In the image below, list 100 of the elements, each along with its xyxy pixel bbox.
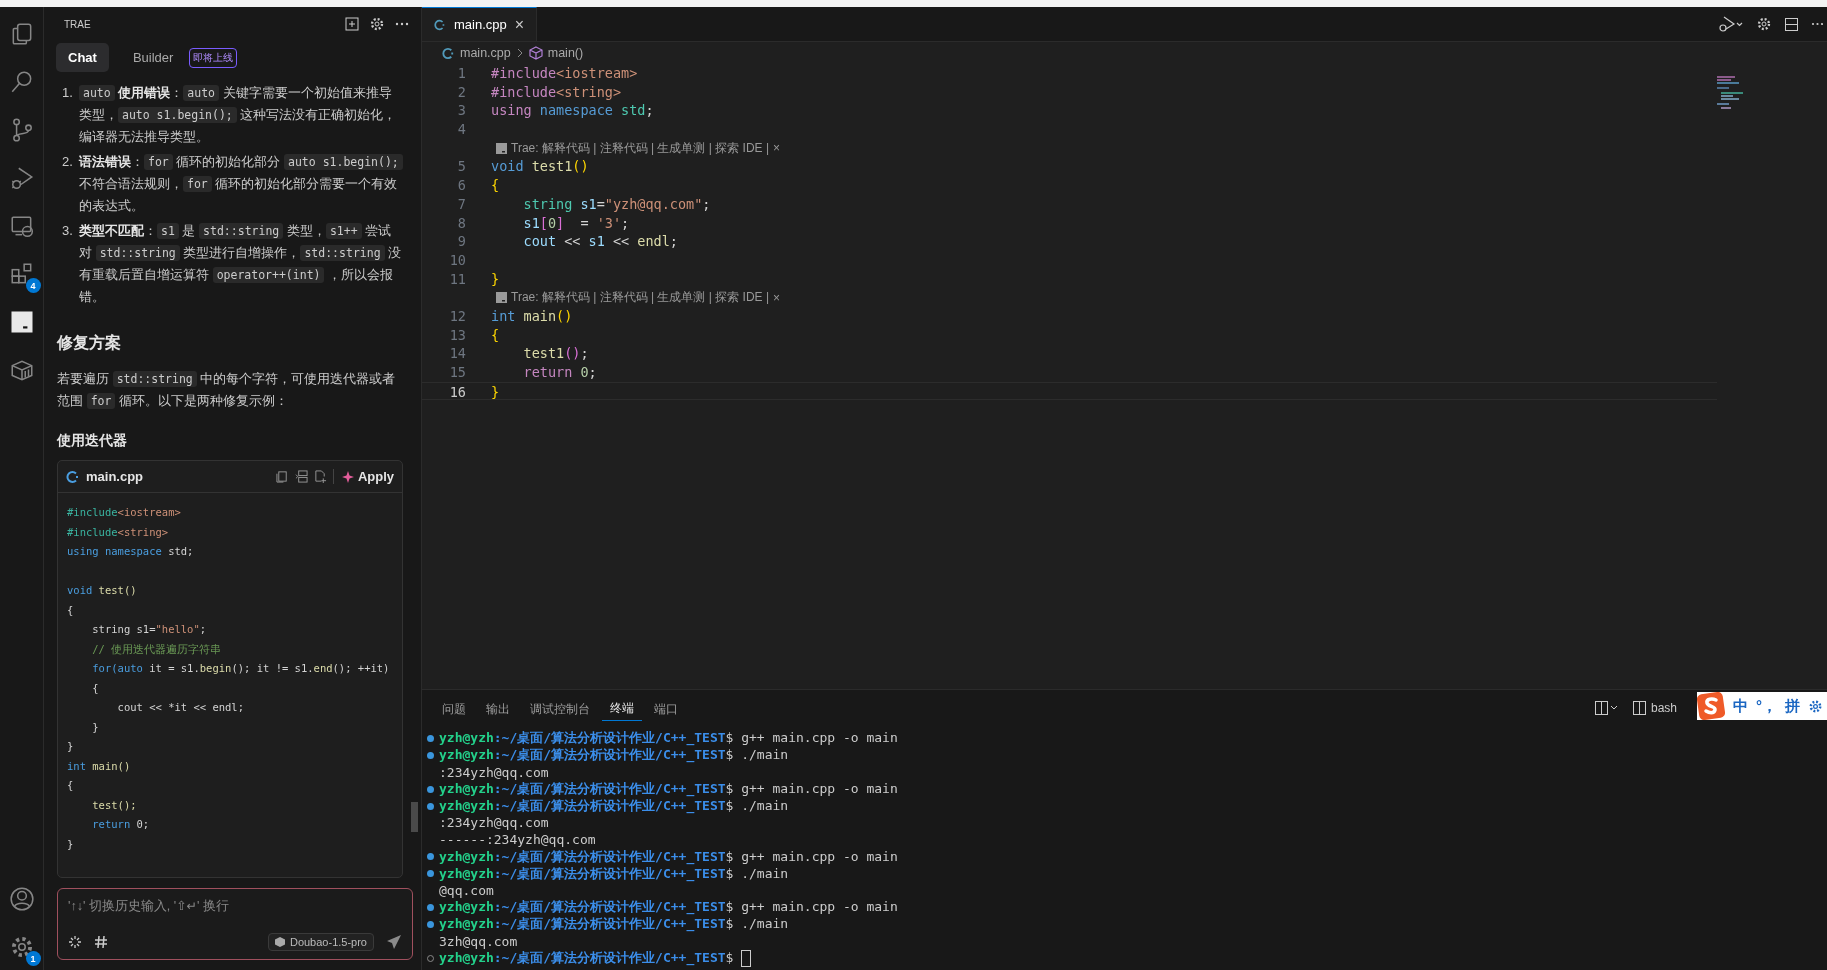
code-line: { [91, 680, 100, 696]
breadcrumb-item[interactable]: main.cpp [460, 46, 511, 60]
code-line: #include<iostream> [491, 64, 638, 83]
panel-title: TRAE [64, 18, 91, 30]
code-line: int main() [67, 758, 132, 774]
send-icon[interactable] [386, 934, 402, 950]
square-icon [496, 292, 507, 304]
copy-icon[interactable] [275, 470, 289, 483]
status-badge: 即将上线 [189, 47, 238, 68]
ime-option[interactable]: 拼 [1785, 696, 1800, 716]
code-line: #include<iostream> [67, 505, 182, 520]
settings-icon[interactable] [1808, 698, 1823, 714]
code-line: int main() [491, 306, 573, 326]
code-line: { [67, 778, 75, 793]
line-number: 2 [456, 82, 466, 102]
line-number: 3 [456, 101, 466, 121]
new-file-icon[interactable] [313, 470, 327, 483]
scrollbar-thumb[interactable] [411, 802, 418, 832]
terminal-line: yzh@yzh:~/桌面/算法分析设计作业/C++_TEST$ ./main [439, 865, 789, 883]
cpp-file-icon [442, 46, 455, 60]
layout-icon[interactable] [1594, 701, 1619, 715]
subheading: 使用迭代器 [57, 432, 128, 450]
code-line: test1(); [522, 344, 589, 363]
breadcrumb-item[interactable]: main() [547, 46, 584, 60]
terminal-output: @qq.com [439, 882, 494, 898]
cube-icon [274, 937, 285, 947]
apply-button[interactable]: Apply [332, 469, 394, 484]
terminal-line: yzh@yzh:~/桌面/算法分析设计作业/C++_TEST$ g++ main.cpp -o main [439, 898, 898, 917]
panel-tab[interactable]: 调试控制台 [522, 695, 598, 721]
code-line: cout << *it << endl; [116, 700, 245, 715]
terminal-shell-button[interactable]: bash [1632, 701, 1677, 715]
line-number: 15 [448, 363, 466, 382]
codelens-actions[interactable]: Trae: 解释代码 | 注释代码 | 生成单测 | 探索 IDE | [511, 289, 770, 307]
close-icon[interactable]: × [514, 15, 525, 34]
list-number: 2. [62, 153, 74, 171]
terminal-output: 3zh@qq.com [439, 933, 518, 949]
sparkle-icon[interactable] [68, 935, 82, 949]
line-number: 10 [448, 250, 466, 270]
cpp-file-icon [434, 18, 446, 31]
ime-option[interactable]: 中 [1733, 696, 1748, 716]
line-number: 14 [448, 344, 466, 363]
close-icon[interactable]: × [773, 290, 781, 305]
code-line: return 0; [522, 363, 597, 382]
chat-input-field[interactable]: '↑↓' 切换历史输入, '⇧↵' 换行 Doubao-1.5-pro [57, 888, 413, 960]
line-number: 4 [456, 120, 466, 139]
terminal-output: :234yzh@qq.com [439, 815, 549, 831]
close-icon[interactable]: × [773, 141, 781, 156]
codelens-actions[interactable]: Trae: 解释代码 | 注释代码 | 生成单测 | 探索 IDE | [511, 139, 770, 157]
code-line: } [91, 719, 100, 735]
chevron-icon [515, 48, 524, 58]
hash-icon[interactable] [94, 935, 108, 949]
new-chat-icon[interactable] [345, 17, 359, 31]
code-line: s1[0] = '3'; [522, 213, 630, 233]
list-number: 1. [62, 84, 74, 102]
cpp-file-icon [66, 469, 80, 484]
panel-tab[interactable]: 输出 [478, 695, 518, 721]
code-line: } [491, 269, 500, 289]
model-selector[interactable]: Doubao-1.5-pro [267, 933, 374, 951]
code-line: string s1="hello"; [91, 622, 208, 637]
split-editor-icon[interactable] [1784, 16, 1799, 32]
line-number: 11 [448, 269, 466, 289]
code-line: using namespace std; [491, 101, 654, 121]
terminal-line: yzh@yzh:~/桌面/算法分析设计作业/C++_TEST$ g++ main.cpp -o main [439, 847, 898, 866]
line-number: 12 [448, 306, 466, 326]
code-line: // 使用迭代器遍历字符串 [91, 641, 223, 657]
line-number: 5 [456, 157, 466, 177]
terminal-output: ------:234yzh@qq.com [439, 832, 596, 848]
tab[interactable]: Builder [120, 43, 186, 72]
code-line: cout << s1 << endl; [522, 232, 678, 251]
panel-tab[interactable]: 终端 [602, 695, 642, 721]
run-debug-icon[interactable] [1718, 15, 1744, 33]
count-badge: 4 [25, 278, 41, 293]
tab[interactable]: Chat [56, 43, 109, 72]
square-icon [496, 142, 507, 154]
list-item-text: 语法错误： for 循环的初始化部分 auto s1.begin(); 不符合语法规则， for 循环的初始化部分需要一个有效的表达式。 [79, 151, 403, 216]
insert-icon[interactable] [294, 470, 308, 483]
code-line: { [491, 176, 500, 195]
editor-tab[interactable]: main.cpp × [422, 7, 538, 41]
file-name: main.cpp [86, 469, 145, 484]
code-line: #include<string> [491, 82, 622, 102]
account-icon[interactable] [8, 886, 35, 912]
panel-tab[interactable]: 端口 [646, 695, 686, 721]
ime-option[interactable]: °， [1756, 696, 1777, 716]
terminal-line: yzh@yzh:~/桌面/算法分析设计作业/C++_TEST$ g++ main.cpp -o main [439, 729, 898, 748]
terminal-line: yzh@yzh:~/桌面/算法分析设计作业/C++_TEST$ g++ main.cpp -o main [439, 780, 898, 799]
code-line: } [67, 739, 75, 754]
terminal-line: yzh@yzh:~/桌面/算法分析设计作业/C++_TEST$ ./main [439, 915, 789, 934]
panel-tab[interactable]: 问题 [434, 695, 474, 721]
code-line: return 0; [91, 817, 151, 832]
terminal-output: :234yzh@qq.com [439, 764, 549, 780]
square-icon[interactable] [8, 309, 35, 335]
terminal-line: yzh@yzh:~/桌面/算法分析设计作业/C++_TEST$ ./main [439, 746, 789, 765]
terminal-line: yzh@yzh:~/桌面/算法分析设计作业/C++_TEST$ [439, 949, 734, 968]
code-line: #include<string> [67, 524, 170, 540]
settings-icon[interactable] [1756, 16, 1772, 32]
minimap-drawing [1717, 76, 1743, 112]
code-line: { [491, 325, 500, 345]
settings-icon[interactable] [369, 16, 385, 32]
paragraph: 若要遍历 std::string 中的每个字符，可使用迭代器或者范围 for 循环。以下是两种修复示例： [57, 370, 397, 411]
cursor [741, 949, 752, 967]
